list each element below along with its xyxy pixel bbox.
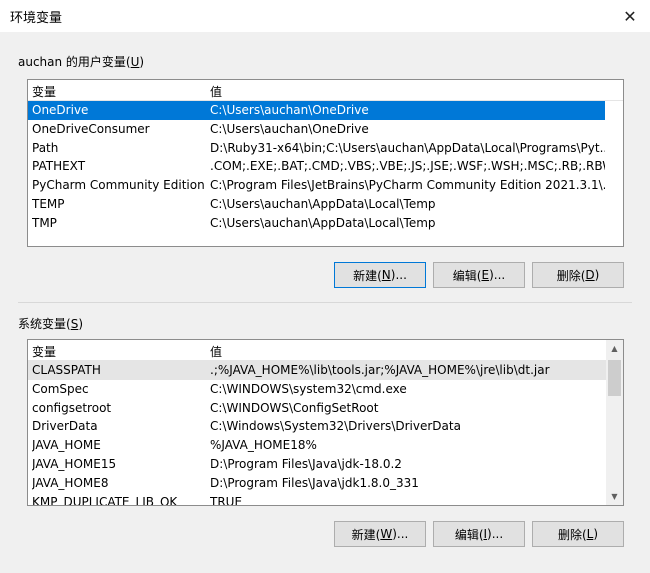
system-row[interactable]: CLASSPATH .;%JAVA_HOME%\lib\tools.jar;%JA… — [28, 361, 606, 380]
user-row[interactable]: OneDriveConsumer C:\Users\auchan\OneDrive — [28, 120, 623, 139]
user-vars-label: auchan 的用户变量(U) — [18, 55, 145, 69]
variable-value: D:\Program Files\Java\jdk1.8.0_331 — [210, 475, 419, 490]
variable-name: Path — [32, 140, 59, 155]
system-vars-label: 系统变量(S) — [18, 317, 83, 331]
column-header-name[interactable]: 变量 — [32, 343, 56, 360]
variable-name: DriverData — [32, 419, 98, 434]
variable-value: %JAVA_HOME18% — [210, 438, 317, 453]
variable-name: JAVA_HOME8 — [32, 475, 109, 490]
variable-name: OneDrive — [32, 103, 89, 117]
dialog-body: auchan 的用户变量(U) 变量 值 OneDrive C:\Users\au… — [0, 32, 650, 573]
user-vars-header: 变量 值 — [28, 80, 623, 101]
user-vars-list[interactable]: 变量 值 OneDrive C:\Users\auchan\OneDrive One… — [27, 79, 624, 247]
column-header-value[interactable]: 值 — [210, 343, 222, 360]
system-row[interactable]: JAVA_HOME %JAVA_HOME18% — [28, 436, 623, 455]
variable-name: ComSpec — [32, 381, 89, 396]
variable-name: TEMP — [32, 196, 65, 211]
scroll-up-icon[interactable]: ▲ — [606, 340, 623, 357]
variable-value: C:\Windows\System32\Drivers\DriverData — [210, 419, 461, 434]
column-header-name[interactable]: 变量 — [32, 83, 56, 100]
user-row[interactable]: TMP C:\Users\auchan\AppData\Local\Temp — [28, 214, 623, 233]
window-title: 环境变量 — [10, 11, 63, 26]
variable-name: configsetroot — [32, 400, 112, 415]
group-divider — [18, 302, 632, 303]
system-row[interactable]: KMP_DUPLICATE_LIB_OK TRUE — [28, 493, 623, 506]
variable-value: C:\Users\auchan\AppData\Local\Temp — [210, 215, 436, 230]
user-row[interactable]: TEMP C:\Users\auchan\AppData\Local\Temp — [28, 195, 623, 214]
system-new-button[interactable]: 新建(W)... — [334, 521, 426, 547]
variable-value: D:\Program Files\Java\jdk-18.0.2 — [210, 456, 402, 471]
system-row[interactable]: JAVA_HOME15 D:\Program Files\Java\jdk-18.… — [28, 455, 623, 474]
column-header-value[interactable]: 值 — [210, 83, 222, 100]
close-icon[interactable]: ✕ — [610, 0, 650, 32]
user-delete-button[interactable]: 删除(D) — [532, 262, 624, 288]
variable-value: TRUE — [210, 494, 243, 506]
system-row[interactable]: ComSpec C:\WINDOWS\system32\cmd.exe — [28, 380, 623, 399]
variable-value: C:\WINDOWS\ConfigSetRoot — [210, 400, 379, 415]
variable-name: KMP_DUPLICATE_LIB_OK — [32, 494, 178, 506]
variable-value: C:\Users\auchan\OneDrive — [210, 121, 369, 136]
variable-value: D:\Ruby31-x64\bin;C:\Users\auchan\AppDat… — [210, 140, 605, 155]
system-vars-scrollbar[interactable]: ▲ ▼ — [606, 340, 623, 505]
system-vars-list[interactable]: 变量 值 CLASSPATH .;%JAVA_HOME%\lib\tools.ja… — [27, 339, 624, 506]
variable-name: TMP — [32, 215, 57, 230]
title-bar: 环境变量 ✕ — [0, 0, 650, 32]
scroll-down-icon[interactable]: ▼ — [606, 488, 623, 505]
system-vars-header: 变量 值 — [28, 340, 623, 361]
user-row[interactable]: PyCharm Community Edition C:\Program File… — [28, 176, 623, 195]
user-row[interactable]: Path D:\Ruby31-x64\bin;C:\Users\auchan\Ap… — [28, 139, 623, 158]
scroll-thumb[interactable] — [608, 360, 621, 396]
variable-name: OneDriveConsumer — [32, 121, 150, 136]
variable-value: C:\WINDOWS\system32\cmd.exe — [210, 381, 407, 396]
system-edit-button[interactable]: 编辑(I)... — [433, 521, 525, 547]
system-delete-button[interactable]: 删除(L) — [532, 521, 624, 547]
variable-value: C:\Users\auchan\OneDrive — [210, 103, 369, 117]
user-new-button[interactable]: 新建(N)... — [334, 262, 426, 288]
system-row[interactable]: JAVA_HOME8 D:\Program Files\Java\jdk1.8.0… — [28, 474, 623, 493]
user-row[interactable]: OneDrive C:\Users\auchan\OneDrive — [28, 101, 605, 120]
user-row[interactable]: PATHEXT .COM;.EXE;.BAT;.CMD;.VBS;.VBE;.JS… — [28, 157, 623, 176]
variable-value: C:\Program Files\JetBrains\PyCharm Commu… — [210, 178, 605, 193]
variable-name: JAVA_HOME15 — [32, 456, 117, 471]
variable-name: PyCharm Community Edition — [32, 178, 205, 193]
system-row[interactable]: DriverData C:\Windows\System32\Drivers\Dr… — [28, 417, 623, 436]
variable-value: .;%JAVA_HOME%\lib\tools.jar;%JAVA_HOME%\… — [210, 363, 550, 377]
system-row[interactable]: configsetroot C:\WINDOWS\ConfigSetRoot — [28, 399, 623, 418]
variable-value: C:\Users\auchan\AppData\Local\Temp — [210, 196, 436, 211]
variable-name: CLASSPATH — [32, 363, 101, 377]
user-edit-button[interactable]: 编辑(E)... — [433, 262, 525, 288]
variable-value: .COM;.EXE;.BAT;.CMD;.VBS;.VBE;.JS;.JSE;.… — [210, 159, 605, 174]
variable-name: JAVA_HOME — [32, 438, 101, 453]
variable-name: PATHEXT — [32, 159, 86, 174]
